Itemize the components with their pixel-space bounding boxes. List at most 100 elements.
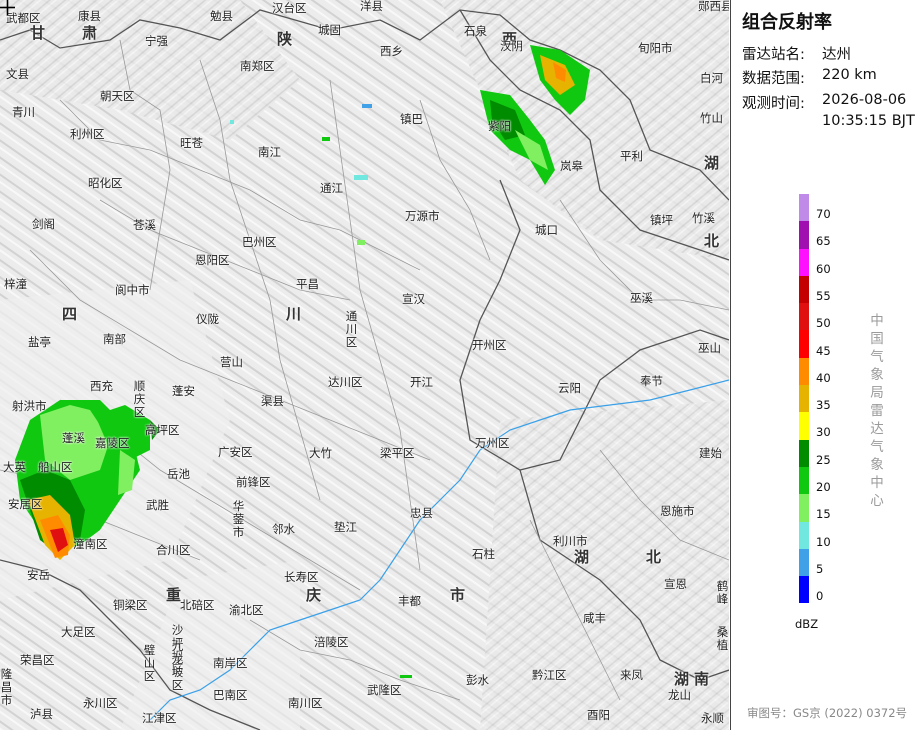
place-label: 彭水 — [466, 673, 489, 687]
place-label: 城口 — [535, 223, 558, 237]
province-label: 肃 — [82, 24, 98, 42]
color-tick-label: 35 — [816, 398, 831, 413]
place-label: 镇坪 — [650, 213, 673, 227]
color-tick-label: 45 — [816, 343, 831, 358]
place-label: 旬阳市 — [638, 41, 673, 55]
place-label: 利州区 — [70, 127, 105, 141]
place-label: 云阳 — [558, 381, 581, 395]
time-label: 观测时间: — [742, 96, 805, 112]
place-label: 青川 — [12, 105, 35, 119]
place-label: 宣汉 — [402, 292, 425, 306]
place-label: 石泉 — [464, 24, 487, 38]
color-tick-label: 0 — [816, 589, 824, 604]
color-swatch — [799, 248, 809, 276]
place-label: 铜梁区 — [113, 598, 148, 612]
place-label: 大英 — [3, 460, 26, 474]
place-label: 汉台区 — [272, 1, 307, 15]
color-tick-label: 20 — [816, 480, 831, 494]
radar-map[interactable]: 甘 肃 陕 西 湖 北 四 川 重 庆 市 湖 北 湖 南 武都区 康县 勉县 … — [0, 0, 729, 730]
province-label: 重 — [166, 586, 182, 604]
place-label: 九龙坡区 — [171, 639, 184, 692]
place-label: 蓬溪 — [62, 431, 85, 445]
place-label: 达川区 — [328, 375, 363, 389]
place-label: 大足区 — [61, 625, 96, 639]
place-label: 嘉陵区 — [95, 436, 130, 450]
place-label: 开州区 — [472, 338, 507, 352]
color-swatch — [799, 194, 809, 222]
place-label: 顺庆区 — [133, 379, 146, 419]
color-tick-label: 15 — [816, 507, 831, 522]
unit-label: dBZ — [795, 617, 819, 631]
place-label: 白河 — [700, 71, 723, 85]
place-label: 旺苍 — [180, 136, 203, 150]
place-label: 文县 — [6, 67, 29, 81]
province-label: 市 — [450, 586, 466, 604]
place-label: 龙山 — [668, 688, 691, 702]
place-label: 武隆区 — [367, 683, 402, 697]
map-approval-number: 审图号：GS京 (2022) 0372号 — [747, 706, 908, 720]
place-label: 奉节 — [640, 374, 663, 388]
station-value: 达州 — [822, 47, 851, 63]
place-label: 垫江 — [334, 520, 357, 534]
product-title: 组合反射率 — [742, 12, 832, 33]
place-label: 石柱 — [472, 547, 495, 561]
place-label: 潼南区 — [73, 537, 108, 551]
place-label: 巫溪 — [630, 291, 653, 305]
place-label: 建始 — [699, 446, 722, 460]
place-label: 船山区 — [38, 460, 73, 474]
province-label: 南 — [694, 670, 710, 688]
place-label: 万州区 — [475, 436, 510, 450]
color-swatch — [799, 221, 809, 249]
place-label: 武胜 — [146, 498, 169, 512]
dbz-color-bar — [799, 194, 809, 604]
province-label: 川 — [286, 305, 302, 323]
place-label: 江津区 — [142, 711, 177, 725]
color-swatch — [799, 548, 809, 577]
place-label: 荣昌区 — [20, 653, 55, 667]
place-label: 忠县 — [410, 506, 433, 520]
place-label: 平昌 — [296, 277, 319, 291]
place-label: 西充 — [90, 379, 113, 393]
place-label: 南江 — [258, 145, 281, 159]
place-label: 璧山区 — [143, 643, 156, 683]
place-label: 阆中市 — [115, 283, 150, 297]
place-label: 北碚区 — [180, 598, 215, 612]
color-swatch — [799, 357, 809, 386]
place-label: 昭化区 — [88, 176, 123, 190]
color-swatch — [799, 303, 809, 331]
color-swatch — [799, 576, 809, 604]
place-label: 高坪区 — [145, 423, 180, 437]
color-swatch — [799, 275, 809, 304]
place-label: 黔江区 — [532, 668, 567, 682]
color-tick-label: 70 — [816, 207, 831, 221]
range-label: 数据范围: — [742, 71, 805, 87]
color-swatch — [799, 521, 809, 549]
date-value: 2026-08-06 — [822, 92, 907, 108]
place-label: 酉阳 — [587, 708, 610, 722]
place-label: 南部 — [103, 332, 126, 346]
place-label: 苍溪 — [133, 218, 156, 232]
place-label: 渝北区 — [229, 603, 264, 617]
color-swatch — [799, 494, 809, 522]
place-label: 洋县 — [360, 0, 383, 13]
place-label: 恩施市 — [660, 504, 695, 518]
place-label: 城固 — [318, 23, 341, 37]
place-label: 汉阴 — [500, 39, 523, 53]
place-label: 巴州区 — [242, 235, 277, 249]
range-row: 数据范围: 220 km — [742, 67, 877, 88]
place-label: 宣恩 — [664, 577, 687, 591]
color-swatch — [799, 412, 809, 440]
place-label: 射洪市 — [12, 399, 47, 413]
place-label: 勉县 — [210, 9, 233, 23]
place-label: 安岳 — [27, 568, 50, 582]
place-label: 朝天区 — [100, 89, 135, 103]
province-label: 庆 — [306, 586, 322, 604]
place-label: 华蓥市 — [232, 499, 245, 539]
place-label: 西乡 — [380, 44, 403, 58]
place-label: 鹤峰 — [716, 579, 729, 606]
place-label: 大竹 — [309, 446, 332, 460]
place-label: 渠县 — [261, 394, 284, 408]
place-label: 合川区 — [156, 543, 191, 557]
place-label: 仪陇 — [196, 312, 219, 326]
organization-label: 中国气象局雷达气象中心 — [870, 313, 884, 509]
